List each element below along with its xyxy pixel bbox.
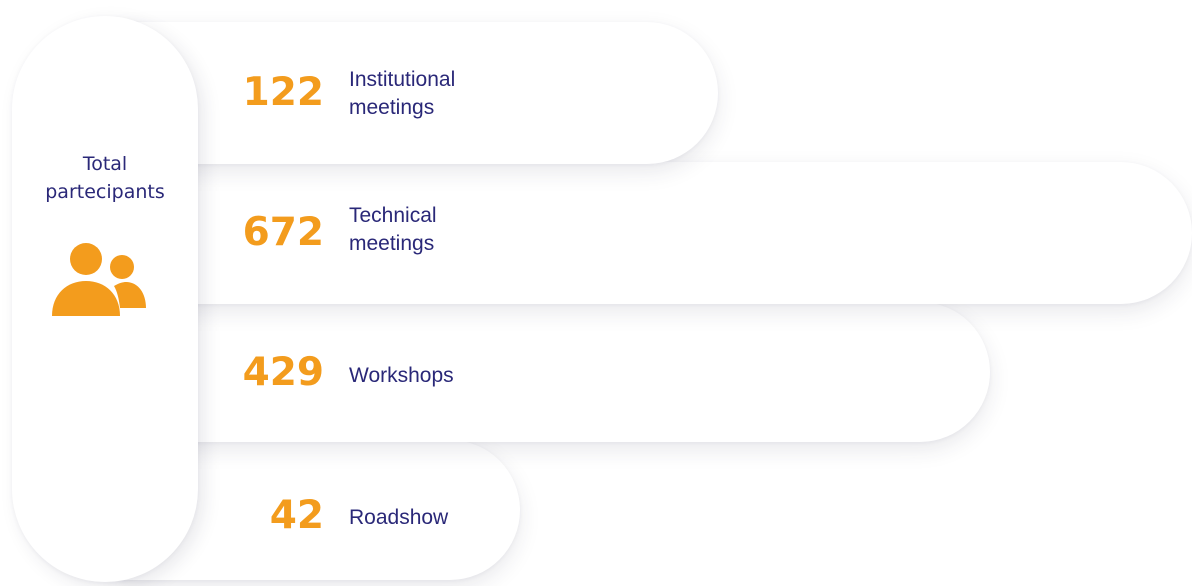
stat-value: 42 bbox=[269, 493, 324, 538]
stat-value: 429 bbox=[242, 350, 324, 395]
people-icon bbox=[52, 243, 146, 316]
total-participants-label: Total partecipants bbox=[45, 153, 165, 203]
stat-card-workshops: 429 Workshops bbox=[120, 302, 990, 442]
stat-card-technical: 672 Technical meetings bbox=[120, 162, 1192, 304]
stat-value: 672 bbox=[242, 210, 324, 255]
total-participants-panel: Total partecipants bbox=[12, 16, 198, 582]
stat-label: Technical meetings bbox=[349, 204, 437, 255]
stat-label: Workshops bbox=[349, 364, 454, 387]
stat-card-institutional: 122 Institutional meetings bbox=[120, 22, 718, 164]
stat-label: Institutional meetings bbox=[349, 68, 456, 119]
stat-value: 122 bbox=[242, 70, 324, 115]
stat-label: Roadshow bbox=[349, 506, 449, 529]
